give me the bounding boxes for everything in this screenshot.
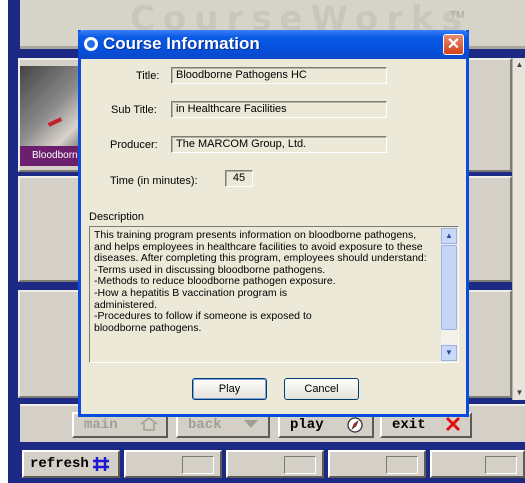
course-tile-3[interactable] [18, 290, 80, 398]
time-label: Time (in minutes): [110, 175, 198, 187]
course-tile-5[interactable] [466, 176, 512, 282]
producer-label: Producer: [110, 139, 158, 151]
refresh-button[interactable]: refresh [22, 450, 120, 478]
description-text: This training program presents informati… [94, 229, 427, 334]
subtitle-field: in Healthcare Facilities [171, 101, 387, 118]
close-icon[interactable]: ✕ [443, 34, 464, 55]
compass-icon [344, 416, 366, 434]
back-button-label: back [188, 417, 222, 433]
dialog-title: Course Information [103, 34, 260, 53]
play-button-label: play [290, 417, 324, 433]
grid-icon [90, 455, 112, 473]
home-icon [138, 416, 160, 434]
title-label: Title: [136, 70, 160, 82]
toolbar-slot-4[interactable] [430, 450, 525, 478]
bottom-toolbar: refresh [20, 446, 525, 480]
down-triangle-icon [240, 416, 262, 434]
subtitle-label: Sub Title: [111, 104, 157, 116]
toolbar-slot-1[interactable] [124, 450, 222, 478]
description-scrollbar[interactable]: ▲ ▼ [441, 228, 457, 361]
refresh-button-label: refresh [30, 456, 89, 472]
course-information-dialog: Course Information ✕ Title: Bloodborne P… [78, 30, 469, 417]
thumbnail-detail [47, 117, 63, 127]
scroll-up-icon[interactable]: ▲ [513, 58, 525, 72]
course-tile-2[interactable] [18, 176, 80, 282]
x-icon [442, 416, 464, 434]
play-dialog-button[interactable]: Play [192, 378, 267, 400]
scroll-down-icon[interactable]: ▼ [513, 386, 525, 400]
course-list-scrollbar[interactable]: ▲ ▼ [512, 58, 525, 400]
producer-field: The MARCOM Group, Ltd. [171, 136, 387, 153]
dialog-titlebar[interactable]: Course Information ✕ [78, 30, 469, 59]
toolbar-slot-3[interactable] [328, 450, 426, 478]
scroll-down-icon[interactable]: ▼ [441, 345, 457, 361]
info-icon [84, 37, 98, 51]
trademark-mark: TM [450, 10, 465, 21]
scroll-up-icon[interactable]: ▲ [441, 228, 457, 244]
course-tile-6[interactable] [466, 290, 512, 398]
exit-button-label: exit [392, 417, 426, 433]
course-tile-label: Bloodborne Pathogens HC [20, 146, 86, 166]
cancel-button[interactable]: Cancel [284, 378, 359, 400]
title-field: Bloodborne Pathogens HC [171, 67, 387, 84]
main-button-label: main [84, 417, 118, 433]
description-label: Description [89, 211, 145, 223]
course-tile-4[interactable] [466, 58, 512, 172]
description-box[interactable]: This training program presents informati… [89, 226, 459, 363]
scrollbar-thumb[interactable] [441, 245, 457, 330]
time-field: 45 [225, 170, 253, 187]
toolbar-slot-2[interactable] [226, 450, 324, 478]
